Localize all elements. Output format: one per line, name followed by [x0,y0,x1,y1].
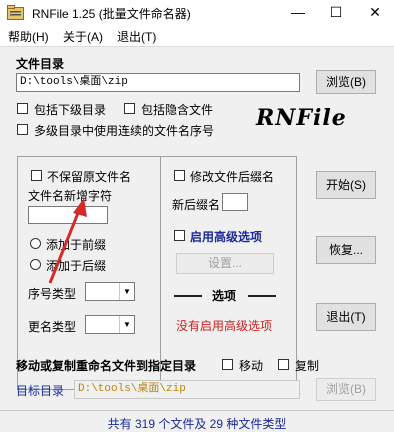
maximize-button[interactable]: ☐ [317,0,355,26]
restore-button[interactable]: 恢复... [316,236,376,264]
start-button[interactable]: 开始(S) [316,171,376,199]
options-rule-right [248,295,276,297]
chevron-down-icon: ▼ [119,283,134,300]
browse-button[interactable]: 浏览(B) [316,70,376,94]
settings-button[interactable]: 设置... [176,253,274,274]
file-dir-label: 文件目录 [16,57,65,71]
main-panel: 文件目录 D:\tools\桌面\zip 浏览(B) 包括下级目录 包括隐含文件… [0,46,394,432]
chevron-down-icon: ▼ [119,316,134,333]
copy-label: 复制 [295,359,320,373]
enable-advanced-label: 启用高级选项 [190,230,263,244]
add-before-radio[interactable] [30,238,41,249]
multi-dir-sequence-label: 多级目录中使用连续的文件名序号 [34,124,215,138]
multi-dir-sequence-checkbox[interactable] [17,124,28,135]
menu-bar: 帮助(H) 关于(A) 退出(T) [0,26,394,46]
sequence-type-label: 序号类型 [28,287,77,301]
include-hidden-checkbox[interactable] [124,103,135,114]
include-subdirs-checkbox[interactable] [17,103,28,114]
new-ext-input[interactable] [222,193,248,211]
options-rule-left [174,295,202,297]
rename-type-select[interactable]: ▼ [85,315,135,334]
status-bar: 共有 319 个文件及 29 种文件类型 [0,410,394,432]
target-dir-input[interactable]: D:\tools\桌面\zip [74,380,300,399]
move-label: 移动 [239,359,264,373]
include-hidden-label: 包括隐含文件 [141,103,214,117]
modify-ext-checkbox[interactable] [174,170,185,181]
add-after-label: 添加于后缀 [46,259,107,273]
modify-ext-label: 修改文件后缀名 [190,170,275,184]
new-chars-input[interactable] [28,206,108,224]
target-browse-button[interactable]: 浏览(B) [316,378,376,401]
title-bar: RNFile 1.25 (批量文件命名器) — ☐ ✕ [0,0,394,26]
close-button[interactable]: ✕ [356,0,394,26]
new-ext-label: 新后缀名 [172,198,221,212]
add-before-label: 添加于前缀 [46,238,107,252]
copy-checkbox[interactable] [278,359,289,370]
file-dir-input[interactable]: D:\tools\桌面\zip [16,73,300,92]
keep-original-name-checkbox[interactable] [31,170,42,181]
move-checkbox[interactable] [222,359,233,370]
enable-advanced-checkbox[interactable] [174,230,185,241]
options-divider [160,156,161,390]
menu-about[interactable]: 关于(A) [63,28,103,45]
add-after-radio[interactable] [30,259,41,270]
new-chars-label: 文件名新增字符 [28,189,113,203]
keep-original-name-label: 不保留原文件名 [47,170,132,184]
window-title: RNFile 1.25 (批量文件命名器) [32,7,191,21]
status-text: 共有 319 个文件及 29 种文件类型 [107,417,287,431]
menu-exit[interactable]: 退出(T) [117,28,156,45]
menu-help[interactable]: 帮助(H) [8,28,49,45]
advanced-status-text: 没有启用高级选项 [176,319,273,333]
move-copy-title: 移动或复制重命名文件到指定目录 [16,359,197,373]
minimize-button[interactable]: — [279,0,317,26]
target-dir-label: 目标目录 [16,384,65,398]
rnfile-logo: RNFile [256,105,347,131]
rename-type-label: 更名类型 [28,320,77,334]
include-subdirs-label: 包括下级目录 [34,103,107,117]
options-heading: 选项 [212,289,237,303]
exit-button[interactable]: 退出(T) [316,303,376,331]
sequence-type-select[interactable]: ▼ [85,282,135,301]
app-folder-icon [7,5,24,20]
